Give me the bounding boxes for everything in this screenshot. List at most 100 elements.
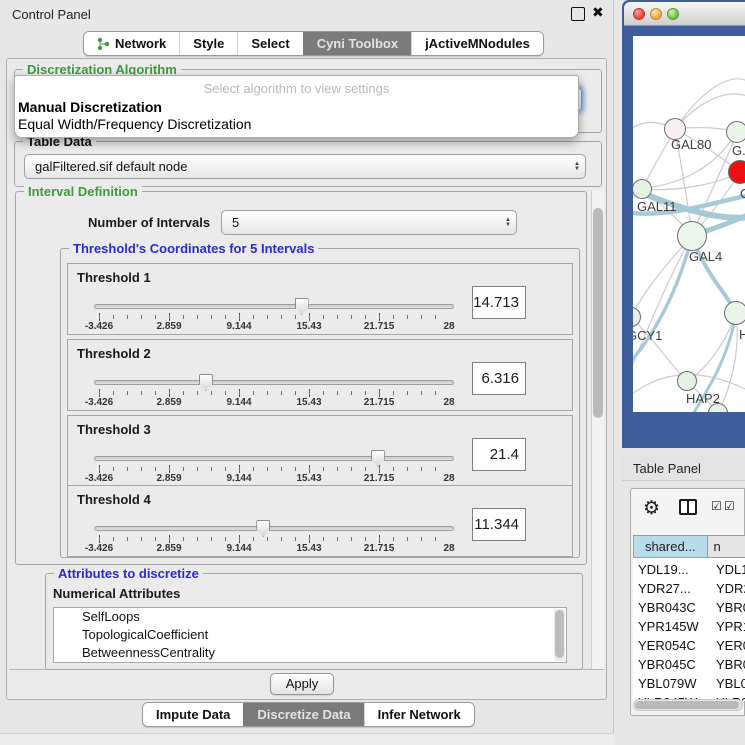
scrollbar-thumb[interactable] (555, 610, 564, 658)
network-node[interactable] (728, 160, 745, 184)
tick-label: 28 (443, 473, 454, 484)
threshold-3-slider[interactable] (94, 456, 454, 461)
tick-label: 9.144 (226, 321, 251, 332)
node-attribute-table[interactable]: shared... n YDL19...YDL1YDR27...YDR2YBR0… (633, 535, 745, 701)
network-node[interactable] (677, 221, 707, 251)
bottom-tabbar: Impute Data Discretize Data Infer Networ… (142, 702, 475, 727)
tab-discretize-data[interactable]: Discretize Data (243, 703, 363, 726)
network-node[interactable] (633, 179, 652, 199)
threshold-1-slider[interactable] (94, 304, 454, 309)
table-row[interactable]: YDL19...YDL1 (633, 561, 745, 580)
table-row[interactable]: YBR043CYBR0 (633, 599, 745, 618)
tab-jactivemnodules[interactable]: jActiveMNodules (411, 32, 543, 55)
table-panel-body: ⚙ ☑ ☑ shared... n YDL19...YDL1YDR27...YD… (630, 488, 745, 716)
column-header-name[interactable]: n (708, 535, 745, 558)
table-row[interactable]: YBR045CYBR0 (633, 656, 745, 675)
cell-shared-name: YER054C (638, 638, 696, 653)
network-canvas[interactable]: GAL80G.CGAL11GAL4GCY1HHAP2 (633, 36, 745, 412)
minimize-traffic-light-icon[interactable] (650, 8, 662, 20)
table-row[interactable]: YBL079WYBL0 (633, 675, 745, 694)
node-label: H (739, 327, 745, 342)
list-item[interactable]: SelfLoops (54, 608, 566, 626)
table-panel-title: Table Panel (633, 461, 701, 476)
tick-label: 2.859 (156, 473, 181, 484)
list-item[interactable]: BetweennessCentrality (54, 644, 566, 662)
network-node[interactable] (724, 301, 745, 325)
scrollbar-thumb[interactable] (635, 701, 739, 709)
cell-name: YDR2 (716, 581, 745, 596)
network-icon (97, 37, 110, 51)
tab-label: Network (115, 36, 166, 51)
list-item[interactable]: TopologicalCoefficient (54, 626, 566, 644)
tick-label: 2.859 (156, 543, 181, 554)
tick-label: 15.43 (296, 473, 321, 484)
cyni-content-panel: Discretization Algorithm ▲▼ Table Data g… (6, 58, 607, 700)
vertical-scrollbar[interactable] (591, 190, 604, 669)
option-manual-discretization[interactable]: Manual Discretization (18, 99, 162, 115)
horizontal-scrollbar[interactable] (633, 699, 743, 711)
node-label: GCY1 (633, 328, 662, 343)
threshold-3-value-field[interactable]: 21.4 (472, 438, 526, 471)
columns-icon[interactable] (679, 499, 697, 515)
algorithm-dropdown-popup: Select algorithm to view settings Manual… (14, 75, 579, 138)
float-window-icon[interactable] (571, 7, 585, 21)
close-icon[interactable]: ✖ (592, 4, 604, 21)
attributes-list[interactable]: SelfLoopsTopologicalCoefficientBetweenne… (53, 607, 567, 663)
threshold-label: Threshold 3 (77, 422, 151, 437)
cell-name: YER0 (716, 638, 745, 653)
group-title: Threshold's Coordinates for 5 Intervals (69, 241, 318, 256)
number-of-intervals-combobox[interactable]: 5 ▲▼ (221, 210, 517, 235)
tick-label: 28 (443, 397, 454, 408)
threshold-2-value-field[interactable]: 6.316 (472, 362, 526, 395)
column-header-shared-name[interactable]: shared... (633, 535, 708, 558)
table-panel: Table Panel ⚙ ☑ ☑ shared... n YDL19...YD… (622, 456, 745, 745)
slider-ticks (99, 535, 449, 543)
cell-shared-name: YPR145W (638, 619, 699, 634)
tick-label: 9.144 (226, 543, 251, 554)
option-equal-width-frequency[interactable]: Equal Width/Frequency Discretization (18, 116, 251, 132)
table-data-combobox[interactable]: galFiltered.sif default node ▲▼ (24, 154, 586, 179)
table-data-group: Table Data galFiltered.sif default node … (14, 141, 602, 187)
tab-select[interactable]: Select (237, 32, 302, 55)
bottom-strip (0, 733, 614, 745)
tab-cyni-toolbox[interactable]: Cyni Toolbox (303, 32, 411, 55)
cell-shared-name: YBR045C (638, 657, 696, 672)
panel-title: Control Panel (12, 7, 91, 22)
close-traffic-light-icon[interactable] (633, 8, 645, 20)
checkbox-icon[interactable]: ☑ (724, 499, 735, 513)
table-row[interactable]: YDR27...YDR2 (633, 580, 745, 599)
network-node[interactable] (677, 371, 697, 391)
scrollbar-thumb[interactable] (593, 208, 603, 418)
apply-button[interactable]: Apply (270, 673, 334, 695)
tab-infer-network[interactable]: Infer Network (364, 703, 474, 726)
combo-arrows-icon: ▲▼ (500, 218, 516, 228)
cell-shared-name: YBR043C (638, 600, 696, 615)
network-node[interactable] (726, 121, 745, 143)
checkbox-icon[interactable]: ☑ (711, 499, 722, 513)
slider-tick-labels: -3.4262.8599.14415.4321.71528 (99, 321, 449, 333)
tab-network[interactable]: Network (84, 32, 179, 55)
zoom-traffic-light-icon[interactable] (667, 8, 679, 20)
tab-impute-data[interactable]: Impute Data (143, 703, 243, 726)
threshold-4-value-field[interactable]: 11.344 (472, 508, 526, 541)
threshold-2-slider[interactable] (94, 380, 454, 385)
tab-label: Discretize Data (257, 707, 350, 722)
tick-label: 28 (443, 543, 454, 554)
thresholds-group: Threshold's Coordinates for 5 Intervals … (60, 248, 580, 558)
list-scrollbar[interactable] (554, 609, 565, 661)
threshold-3-box: Threshold 3 -3.4262.8599.14415.4321.7152… (67, 415, 573, 487)
tick-label: 15.43 (296, 543, 321, 554)
tick-label: 9.144 (226, 397, 251, 408)
threshold-4-slider[interactable] (94, 526, 454, 531)
tick-label: 28 (443, 321, 454, 332)
gear-icon[interactable]: ⚙ (643, 497, 660, 520)
table-row[interactable]: YER054C YER0 (633, 637, 745, 656)
network-window-titlebar[interactable] (624, 2, 745, 26)
tab-label: Cyni Toolbox (317, 36, 398, 51)
cell-name: YDL1 (716, 562, 745, 577)
tick-label: 21.715 (364, 321, 395, 332)
threshold-1-value-field[interactable]: 14.713 (472, 286, 526, 319)
table-row[interactable]: YPR145WYPR1 (633, 618, 745, 637)
tick-label: 9.144 (226, 473, 251, 484)
tab-style[interactable]: Style (179, 32, 237, 55)
